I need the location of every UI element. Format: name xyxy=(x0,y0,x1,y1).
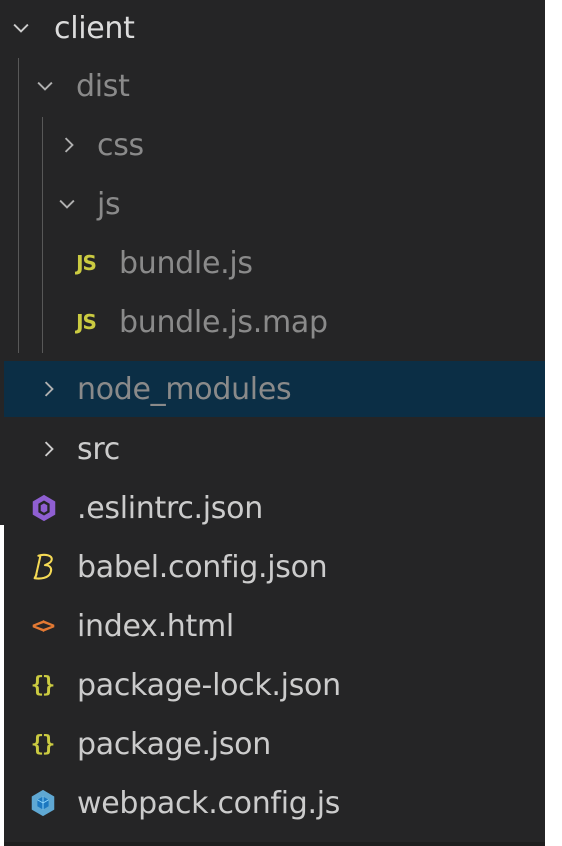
tree-item-dist[interactable]: dist xyxy=(0,58,545,114)
chevron-right-icon xyxy=(34,374,64,404)
tree-item-eslintrc[interactable]: .eslintrc.json xyxy=(0,480,545,536)
tree-item-index-html[interactable]: <> index.html xyxy=(0,598,545,654)
chevron-down-icon xyxy=(30,71,60,101)
tree-item-label: package.json xyxy=(77,726,271,762)
tree-item-node-modules[interactable]: node_modules xyxy=(4,361,545,417)
tree-item-js[interactable]: js xyxy=(0,176,545,232)
babel-icon xyxy=(28,551,60,583)
chevron-down-icon xyxy=(52,189,82,219)
tree-item-label: package-lock.json xyxy=(77,667,341,703)
tree-item-label: client xyxy=(54,10,135,46)
tree-item-label: dist xyxy=(76,68,130,104)
tree-item-package-lock-json[interactable]: {} package-lock.json xyxy=(0,657,545,713)
chevron-right-icon xyxy=(34,434,64,464)
tree-item-label: src xyxy=(77,431,120,467)
tree-item-src[interactable]: src xyxy=(0,421,545,477)
tree-item-label: css xyxy=(97,127,144,163)
bottom-edge xyxy=(0,842,545,846)
chevron-right-icon xyxy=(54,130,84,160)
webpack-icon xyxy=(27,787,59,819)
tree-item-label: index.html xyxy=(77,608,234,644)
tree-item-label: babel.config.json xyxy=(77,549,328,585)
js-file-icon: JS xyxy=(76,251,97,275)
tree-item-label: .eslintrc.json xyxy=(77,490,263,526)
tree-item-webpack-config[interactable]: webpack.config.js xyxy=(0,775,545,831)
tree-item-css[interactable]: css xyxy=(0,117,545,173)
tree-item-babel-config[interactable]: babel.config.json xyxy=(0,539,545,595)
eslint-icon xyxy=(28,492,60,524)
tree-item-label: bundle.js xyxy=(119,245,253,281)
js-file-icon: JS xyxy=(76,310,97,334)
html-file-icon: <> xyxy=(31,613,56,639)
tree-item-client[interactable]: client xyxy=(0,0,545,56)
tree-item-bundle-js[interactable]: JS bundle.js xyxy=(0,235,545,291)
tree-item-label: webpack.config.js xyxy=(77,785,341,821)
chevron-down-icon xyxy=(6,13,36,43)
tree-item-label: bundle.js.map xyxy=(119,304,328,340)
tree-item-label: node_modules xyxy=(77,371,292,407)
file-explorer: client dist css js JS bundle.js JS bundl… xyxy=(0,0,545,846)
tree-item-bundle-js-map[interactable]: JS bundle.js.map xyxy=(0,294,545,350)
json-file-icon: {} xyxy=(30,731,56,757)
json-file-icon: {} xyxy=(30,672,56,698)
tree-item-label: js xyxy=(97,186,121,222)
left-edge-strip xyxy=(0,525,4,846)
right-edge-strip xyxy=(545,0,562,846)
tree-item-package-json[interactable]: {} package.json xyxy=(0,716,545,772)
